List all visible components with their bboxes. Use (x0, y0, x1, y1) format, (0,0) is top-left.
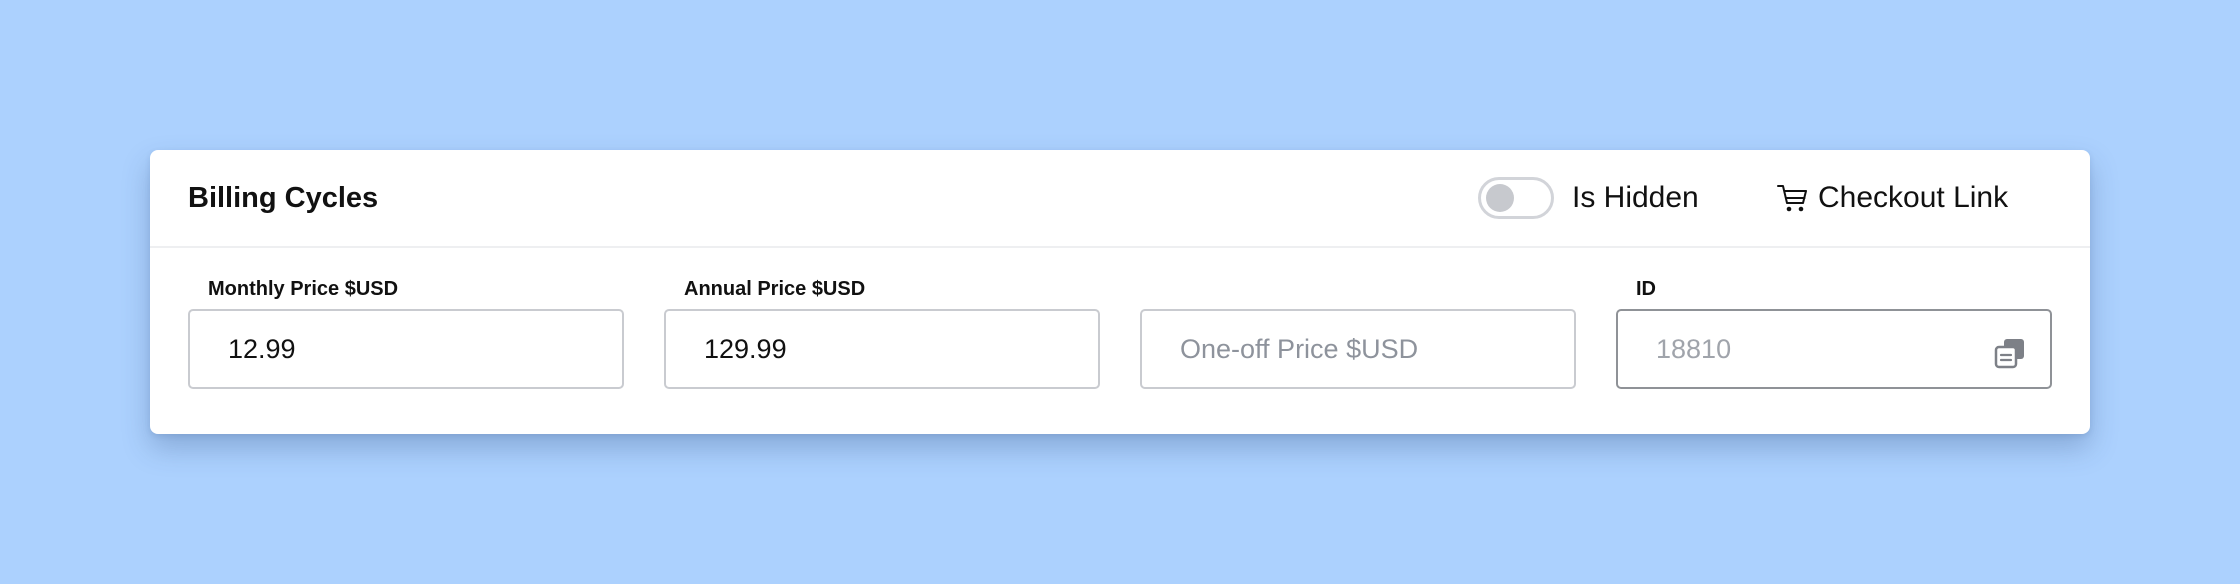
toggle-knob (1486, 184, 1514, 212)
annual-price-input[interactable] (666, 311, 1098, 387)
billing-cycles-card: Billing Cycles Is Hidden Checkout Link M… (150, 150, 2090, 434)
checkout-link-button[interactable]: Checkout Link (1776, 173, 2008, 223)
cart-icon (1777, 185, 1807, 212)
monthly-price-field[interactable] (188, 309, 624, 389)
monthly-price-input[interactable] (190, 311, 622, 387)
card-title: Billing Cycles (188, 182, 379, 214)
is-hidden-toggle-control[interactable]: Is Hidden (1478, 173, 1699, 223)
copy-icon[interactable] (1994, 337, 2026, 369)
monthly-price-label: Monthly Price $USD (208, 278, 399, 300)
annual-price-label: Annual Price $USD (684, 278, 866, 300)
card-header: Billing Cycles Is Hidden Checkout Link (150, 150, 2090, 248)
annual-price-field[interactable] (664, 309, 1100, 389)
is-hidden-toggle[interactable] (1478, 177, 1554, 219)
id-label: ID (1636, 278, 1656, 300)
id-input[interactable] (1618, 311, 2050, 387)
checkout-link-label: Checkout Link (1818, 181, 2009, 214)
is-hidden-label: Is Hidden (1572, 181, 1699, 214)
oneoff-price-input[interactable] (1142, 311, 1574, 387)
oneoff-price-field[interactable] (1140, 309, 1576, 389)
id-field[interactable] (1616, 309, 2052, 389)
